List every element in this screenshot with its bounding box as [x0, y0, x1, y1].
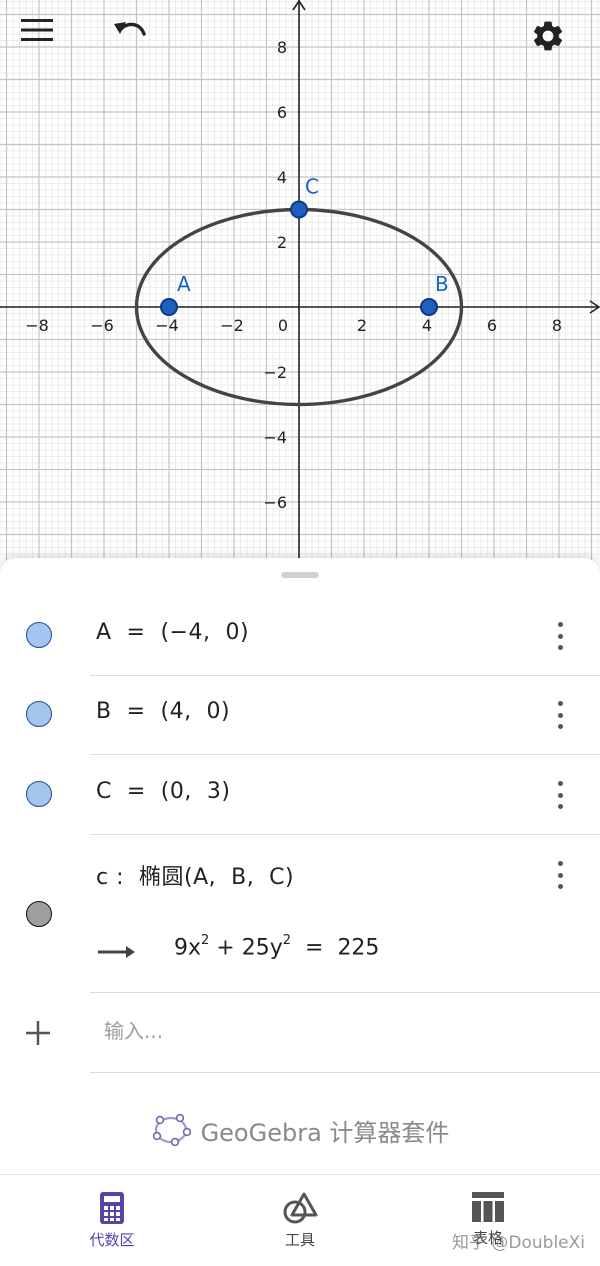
more-options-button-conic[interactable] [548, 857, 572, 893]
point-label-c: C [305, 175, 319, 199]
coordinate-plane[interactable]: −8 −6 −4 −2 0 2 4 6 8 2 4 6 8 −2 −4 −6 A B C [0, 0, 600, 560]
algebra-expression-c[interactable]: C = (0, 3) [96, 779, 230, 804]
watermark: 知乎 @DoubleXi [452, 1233, 586, 1253]
visibility-toggle-a[interactable] [26, 622, 52, 648]
y-tick-label: 8 [277, 38, 287, 57]
nav-tools-label: 工具 [284, 1231, 315, 1249]
undo-icon [114, 22, 146, 36]
point-label-b: B [435, 272, 449, 296]
nav-tools-tab[interactable]: 工具 [230, 1175, 370, 1266]
x-tick-label: 6 [487, 316, 497, 335]
point-c [290, 200, 308, 219]
more-options-button-b[interactable] [548, 697, 572, 733]
plus-icon[interactable] [24, 1019, 52, 1047]
table-icon [472, 1192, 504, 1222]
x-tick-label: 8 [552, 316, 562, 335]
x-tick-label: 4 [422, 316, 432, 335]
geogebra-brand: GeoGebra 计算器套件 [0, 1112, 600, 1148]
algebra-input-row[interactable] [0, 993, 600, 1073]
undo-button[interactable] [112, 18, 160, 66]
more-options-button-c[interactable] [548, 777, 572, 813]
graphics-view[interactable]: −8 −6 −4 −2 0 2 4 6 8 2 4 6 8 −2 −4 −6 A B C [0, 0, 600, 560]
visibility-toggle-b[interactable] [26, 701, 52, 727]
algebra-input[interactable] [104, 1019, 524, 1043]
tools-shapes-icon [283, 1192, 318, 1224]
x-tick-label: −4 [155, 316, 179, 335]
geogebra-logo-icon [152, 1113, 191, 1147]
x-tick-label: −8 [25, 316, 49, 335]
gear-icon [533, 21, 563, 51]
visibility-toggle-c[interactable] [26, 781, 52, 807]
x-tick-label: 0 [278, 316, 288, 335]
nav-algebra-label: 代数区 [89, 1231, 135, 1249]
point-b [420, 298, 438, 316]
conic-definition[interactable]: c : 椭圆(A, B, C) [96, 859, 294, 891]
algebra-row-c[interactable]: C = (0, 3) [0, 755, 600, 835]
y-tick-label: 4 [277, 168, 287, 187]
algebra-row-b[interactable]: B = (4, 0) [0, 676, 600, 755]
visibility-toggle-conic[interactable] [26, 901, 52, 927]
exponent-y: 2 [282, 933, 292, 948]
y-tick-label: −2 [263, 363, 287, 382]
settings-button[interactable] [530, 18, 578, 66]
x-tick-label: −6 [90, 316, 114, 335]
drag-handle[interactable] [281, 572, 319, 578]
point-label-a: A [177, 272, 191, 296]
algebra-row-conic[interactable]: c : 椭圆(A, B, C) 9x2 + 25y2 = 225 [0, 835, 600, 993]
hamburger-menu-icon [21, 19, 53, 41]
row-divider [90, 1072, 600, 1073]
y-tick-label: −4 [263, 428, 287, 447]
exponent-x: 2 [201, 933, 210, 948]
y-tick-label: 6 [277, 103, 287, 122]
menu-button[interactable] [21, 18, 69, 66]
algebra-panel: A = (−4, 0) B = (4, 0) C = (0, 3) c : 椭圆… [0, 558, 600, 1174]
y-tick-label: 2 [277, 233, 287, 252]
algebra-row-a[interactable]: A = (−4, 0) [0, 596, 600, 676]
x-tick-label: 2 [357, 316, 367, 335]
equation-term-x: 9x [174, 935, 202, 961]
nav-algebra-tab[interactable]: 代数区 [42, 1175, 182, 1266]
y-tick-label: −6 [263, 493, 287, 512]
conic-equation: 9x2 + 25y2 = 225 [174, 933, 380, 961]
brand-text: GeoGebra 计算器套件 [200, 1118, 450, 1147]
point-a [160, 298, 178, 316]
equation-term-y: + 25y [209, 935, 283, 961]
output-arrow-icon [98, 946, 135, 958]
algebra-expression-a[interactable]: A = (−4, 0) [96, 620, 249, 645]
algebra-expression-b[interactable]: B = (4, 0) [96, 699, 230, 724]
x-tick-label: −2 [220, 316, 244, 335]
more-options-button-a[interactable] [548, 618, 572, 654]
calculator-icon [100, 1192, 124, 1224]
equation-rhs: = 225 [291, 935, 380, 961]
